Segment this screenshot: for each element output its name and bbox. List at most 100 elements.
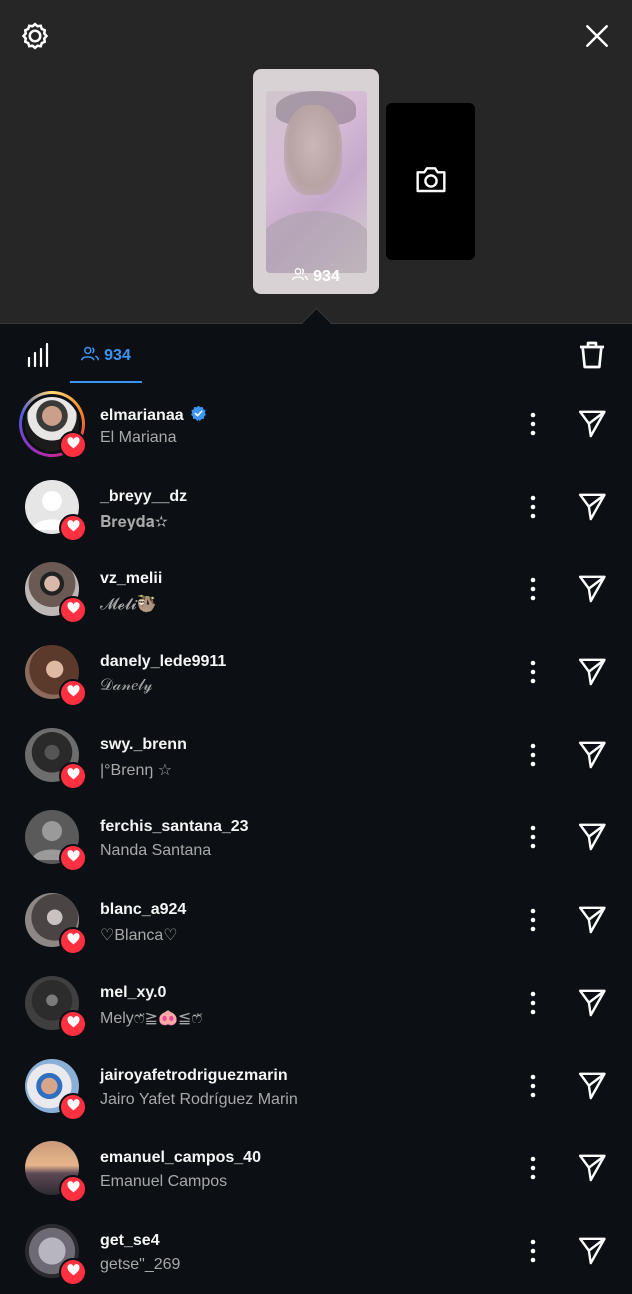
liked-badge (59, 761, 87, 790)
heart-icon (66, 849, 80, 867)
viewer-row[interactable]: mel_xy.0 Melyෆ̈≧🐽≦ෆ̈ (0, 963, 632, 1046)
more-icon[interactable] (520, 989, 546, 1017)
send-icon[interactable] (577, 821, 609, 853)
heart-icon (66, 767, 80, 785)
liked-badge (59, 596, 87, 625)
viewer-username-wrap[interactable]: vz_melii (100, 570, 162, 588)
more-icon[interactable] (520, 410, 546, 438)
viewer-row[interactable]: _breyy__dz 𝐁𝐫𝐞𝐲𝐝𝐚✫ (0, 467, 632, 550)
viewer-username-wrap[interactable]: blanc_a924 (100, 901, 186, 919)
settings-icon[interactable] (16, 17, 54, 55)
story-image (266, 91, 367, 273)
viewer-username: get_se4 (100, 1231, 160, 1249)
viewer-fullname: getse"_269 (100, 1255, 181, 1273)
viewer-list: elmarianaa El Mariana _breyy__dz 𝐁𝐫𝐞𝐲𝐝𝐚✫… (0, 384, 632, 1294)
send-icon[interactable] (577, 491, 609, 523)
viewer-fullname: Emanuel Campos (100, 1173, 228, 1191)
viewer-username: _breyy__dz (100, 487, 188, 505)
avatar-wrap[interactable] (19, 391, 87, 459)
send-icon[interactable] (577, 904, 609, 936)
viewer-fullname: |°Brenŋ ☆ (100, 761, 173, 779)
more-icon[interactable] (520, 741, 546, 769)
viewer-username-wrap[interactable]: danely_lede9911 (100, 653, 226, 671)
viewer-row[interactable]: emanuel_campos_40 Emanuel Campos (0, 1128, 632, 1211)
avatar-wrap[interactable] (19, 970, 87, 1038)
send-icon[interactable] (577, 987, 609, 1019)
avatar-wrap[interactable] (19, 1053, 87, 1121)
avatar-wrap[interactable] (19, 887, 87, 956)
viewer-fullname: Nanda Santana (100, 842, 212, 860)
viewer-fullname: 𝒟𝒶𝓃𝑒𝓁𝓎 (100, 677, 153, 695)
viewer-username: emanuel_campos_40 (100, 1149, 261, 1167)
viewer-username-wrap[interactable]: get_se4 (100, 1232, 160, 1250)
trash-icon[interactable] (576, 339, 610, 373)
send-icon[interactable] (577, 1152, 609, 1184)
avatar-wrap[interactable] (19, 1135, 87, 1204)
heart-icon (66, 1098, 80, 1116)
more-icon[interactable] (520, 906, 546, 934)
send-icon[interactable] (577, 1235, 609, 1267)
more-icon[interactable] (520, 823, 546, 851)
more-icon[interactable] (520, 493, 546, 521)
heart-icon (66, 436, 80, 454)
viewer-row[interactable]: get_se4 getse"_269 (0, 1211, 632, 1294)
heart-icon (66, 684, 80, 702)
liked-badge (59, 1092, 87, 1121)
send-icon[interactable] (577, 408, 609, 440)
viewer-username-wrap[interactable]: swy._brenn (100, 736, 187, 754)
avatar-wrap[interactable] (19, 804, 87, 873)
viewer-username-wrap[interactable]: _breyy__dz (100, 488, 187, 506)
avatar-wrap[interactable] (19, 722, 87, 790)
more-icon[interactable] (520, 1154, 546, 1182)
verified-icon (190, 405, 207, 427)
heart-icon (66, 601, 80, 619)
viewer-username: swy._brenn (100, 735, 187, 753)
viewer-username: blanc_a924 (100, 901, 187, 919)
more-icon[interactable] (520, 575, 546, 603)
viewer-row[interactable]: swy._brenn |°Brenŋ ☆ (0, 715, 632, 798)
avatar-wrap[interactable] (19, 1218, 87, 1286)
liked-badge (59, 1175, 87, 1204)
viewer-username-wrap[interactable]: emanuel_campos_40 (100, 1149, 261, 1167)
viewer-username-wrap[interactable]: ferchis_santana_23 (100, 818, 249, 836)
stats-icon[interactable] (26, 342, 54, 368)
viewer-username: danely_lede9911 (100, 653, 227, 671)
viewers-icon (81, 346, 100, 366)
viewer-username-wrap[interactable]: mel_xy.0 (100, 984, 166, 1002)
add-story-button[interactable] (386, 103, 475, 260)
avatar-wrap[interactable] (19, 474, 87, 542)
tab-viewers[interactable]: 934 (70, 330, 142, 382)
avatar-wrap[interactable] (19, 556, 87, 625)
liked-badge (59, 431, 87, 459)
viewer-row[interactable]: jairoyafetrodriguezmarin Jairo Yafet Rod… (0, 1046, 632, 1129)
viewer-username-wrap[interactable]: elmarianaa (100, 405, 207, 427)
send-icon[interactable] (577, 1070, 609, 1102)
story-viewer-count: 934 (253, 267, 379, 286)
liked-badge (59, 513, 87, 542)
story-thumbnail[interactable]: 934 (253, 69, 379, 294)
send-icon[interactable] (577, 656, 609, 688)
viewer-row[interactable]: elmarianaa El Mariana (0, 384, 632, 467)
liked-badge (59, 1009, 87, 1038)
viewers-icon (292, 267, 309, 286)
send-icon[interactable] (577, 739, 609, 771)
more-icon[interactable] (520, 658, 546, 686)
heart-icon (66, 1015, 80, 1033)
viewer-fullname: El Mariana (100, 429, 177, 446)
liked-badge (59, 679, 87, 708)
avatar-wrap[interactable] (19, 639, 87, 708)
story-preview-header: 934 (0, 0, 632, 323)
viewer-row[interactable]: vz_melii 𝓜𝓮𝓵𝓲🦥 (0, 549, 632, 632)
send-icon[interactable] (577, 573, 609, 605)
viewer-username: elmarianaa (100, 407, 184, 424)
more-icon[interactable] (520, 1237, 546, 1265)
viewer-username-wrap[interactable]: jairoyafetrodriguezmarin (100, 1067, 288, 1085)
viewer-row[interactable]: ferchis_santana_23 Nanda Santana (0, 797, 632, 880)
viewer-fullname: 𝓜𝓮𝓵𝓲🦥 (100, 596, 157, 614)
close-icon[interactable] (578, 17, 616, 55)
camera-icon (415, 164, 447, 199)
viewer-row[interactable]: danely_lede9911 𝒟𝒶𝓃𝑒𝓁𝓎 (0, 632, 632, 715)
heart-icon (66, 1263, 80, 1281)
viewer-row[interactable]: blanc_a924 ♡Blanca♡ (0, 880, 632, 963)
more-icon[interactable] (520, 1072, 546, 1100)
